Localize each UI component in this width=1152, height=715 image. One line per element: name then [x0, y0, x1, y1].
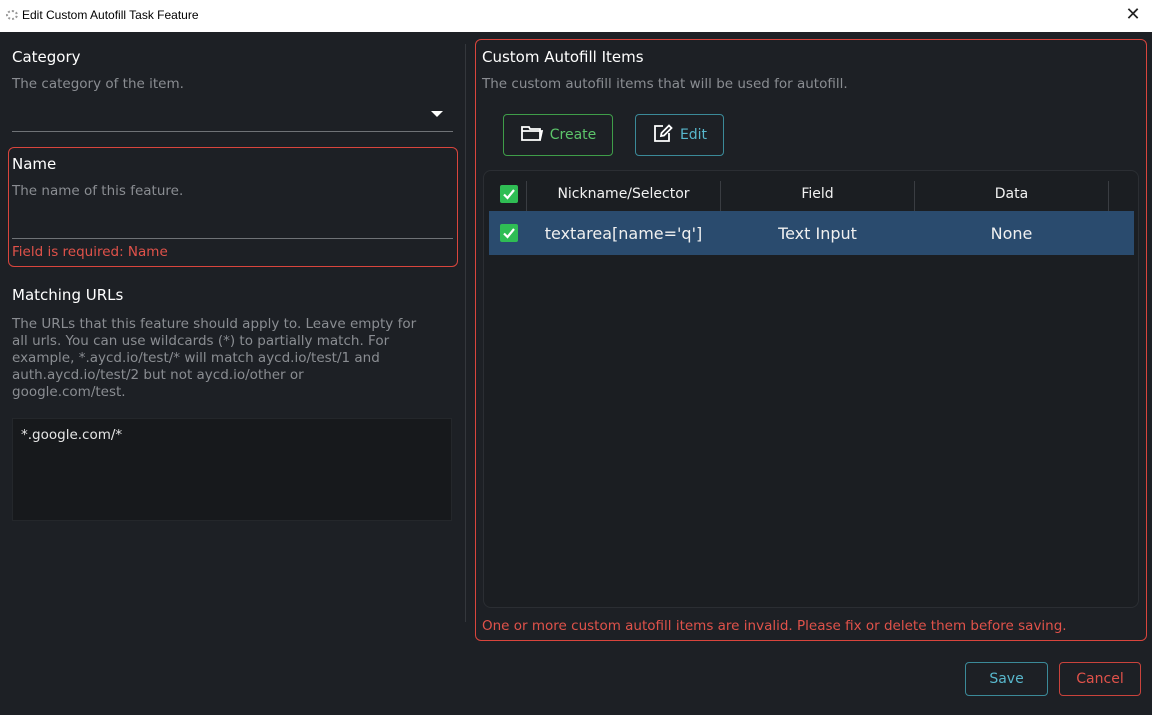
save-button[interactable]: Save [965, 662, 1048, 696]
window-title: Edit Custom Autofill Task Feature [22, 8, 199, 22]
check-icon [503, 189, 515, 200]
create-button[interactable]: Create [503, 114, 613, 156]
app-icon [6, 10, 18, 20]
create-label: Create [549, 127, 597, 143]
cancel-button[interactable]: Cancel [1059, 662, 1141, 696]
select-all-checkbox[interactable] [500, 185, 518, 203]
close-icon[interactable]: ✕ [1122, 4, 1144, 26]
name-input[interactable] [12, 208, 453, 238]
edit-label: Edit [679, 127, 708, 143]
matching-urls-label: Matching URLs [12, 286, 124, 304]
row-checkbox[interactable] [500, 224, 518, 242]
category-label: Category [12, 48, 81, 66]
cell-field: Text Input [778, 223, 857, 243]
check-icon [503, 228, 515, 239]
cell-selector: textarea[name='q'] [544, 223, 703, 243]
custom-items-table: Nickname/Selector Field Data textarea[na… [483, 170, 1139, 608]
table-row[interactable]: textarea[name='q'] Text Input None [489, 211, 1134, 255]
title-bar: Edit Custom Autofill Task Feature ✕ [0, 0, 1152, 32]
category-underline [12, 131, 453, 132]
custom-items-error: One or more custom autofill items are in… [482, 618, 1067, 634]
table-header: Nickname/Selector Field Data [489, 176, 1129, 211]
custom-items-description: The custom autofill items that will be u… [482, 76, 848, 92]
column-separator [1108, 181, 1109, 211]
custom-items-label: Custom Autofill Items [482, 48, 644, 66]
matching-urls-value: *.google.com/* [21, 427, 123, 443]
panel-divider [465, 44, 466, 622]
column-header-data[interactable]: Data [915, 176, 1108, 211]
column-header-selector[interactable]: Nickname/Selector [527, 176, 720, 211]
edit-button[interactable]: Edit [635, 114, 724, 156]
name-description: The name of this feature. [12, 183, 184, 199]
caret-down-icon [431, 111, 443, 117]
category-dropdown[interactable] [12, 104, 453, 132]
matching-urls-description: The URLs that this feature should apply … [12, 316, 417, 400]
category-description: The category of the item. [12, 76, 184, 92]
name-error: Field is required: Name [12, 244, 168, 260]
edit-icon [652, 123, 674, 147]
matching-urls-textarea[interactable]: *.google.com/* [12, 418, 452, 521]
name-underline [12, 238, 453, 239]
column-header-field[interactable]: Field [721, 176, 914, 211]
folder-icon [520, 124, 544, 146]
name-label: Name [12, 155, 57, 173]
cell-data: None [990, 223, 1033, 243]
